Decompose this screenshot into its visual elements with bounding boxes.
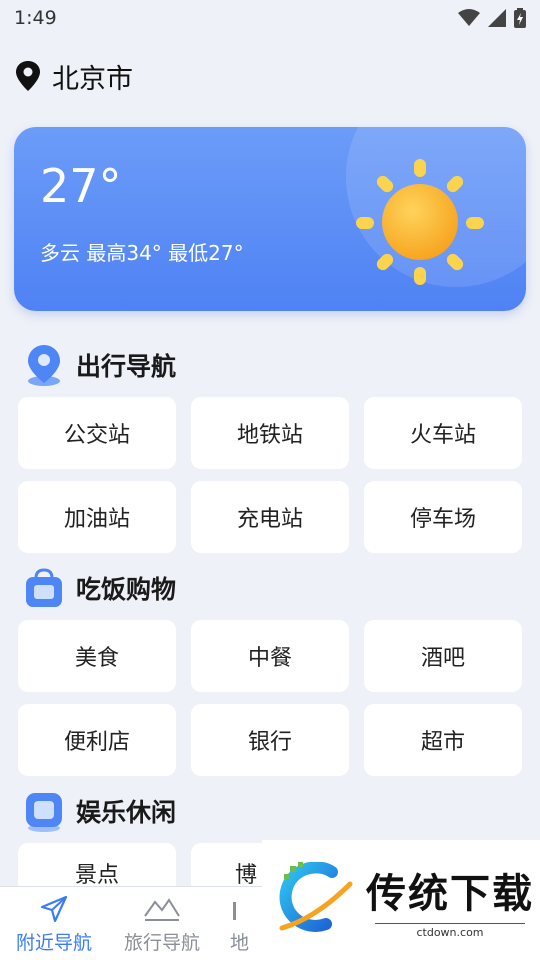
nav-label: 地 (230, 931, 250, 954)
poi-button-charging-station[interactable]: 充电站 (191, 481, 349, 553)
poi-button-bus-stop[interactable]: 公交站 (18, 397, 176, 469)
poi-button-bar[interactable]: 酒吧 (364, 620, 522, 692)
nav-label: 旅行导航 (123, 931, 200, 954)
poi-button-gas-station[interactable]: 加油站 (18, 481, 176, 553)
poi-button-chinese-food[interactable]: 中餐 (191, 620, 349, 692)
poi-button-convenience-store[interactable]: 便利店 (18, 704, 176, 776)
location-pin-icon (16, 61, 40, 91)
section-title-travel: 出行导航 (76, 352, 177, 381)
section-header-travel: 出行导航 (22, 342, 176, 388)
poi-button-bank[interactable]: 银行 (191, 704, 349, 776)
status-time: 1:49 (14, 7, 57, 29)
poi-button-food[interactable]: 美食 (18, 620, 176, 692)
location-header[interactable]: 北京市 (16, 56, 133, 96)
section-header-food-shopping: 吃饭购物 (22, 565, 176, 611)
entertainment-badge-icon (26, 793, 62, 832)
map-icon (233, 901, 236, 920)
section-title-entertainment: 娱乐休闲 (76, 798, 177, 827)
status-icons (458, 8, 526, 28)
watermark-title: 传统下载 (366, 871, 534, 917)
current-temperature: 27° (40, 159, 122, 213)
watermark-text: 传统下载 ctdown.com (366, 861, 534, 939)
nav-tab-map[interactable]: 地 (216, 887, 262, 960)
status-bar: 1:49 (0, 0, 540, 36)
nav-tab-travel[interactable]: 旅行导航 (108, 887, 216, 960)
weather-card[interactable]: 27° 多云 最高34° 最低27° (14, 127, 526, 311)
shopping-bag-badge-icon (26, 568, 62, 607)
section-title-food-shopping: 吃饭购物 (76, 575, 177, 604)
mountain-icon (144, 897, 180, 921)
poi-button-train-station[interactable]: 火车站 (364, 397, 522, 469)
watermark-subtitle: ctdown.com (375, 923, 525, 939)
paper-plane-icon (40, 895, 68, 922)
poi-button-subway[interactable]: 地铁站 (191, 397, 349, 469)
watermark-logo-icon (279, 862, 353, 932)
weather-description: 多云 最高34° 最低27° (40, 241, 244, 265)
nav-tab-nearby[interactable]: 附近导航 (0, 887, 108, 960)
wifi-icon (458, 9, 480, 26)
poi-button-parking[interactable]: 停车场 (364, 481, 522, 553)
location-pin-badge-icon (28, 345, 60, 386)
section-header-entertainment: 娱乐休闲 (22, 788, 176, 834)
sun-icon (356, 159, 484, 285)
signal-icon (488, 9, 506, 27)
city-name: 北京市 (52, 63, 133, 95)
watermark-overlay: 传统下载 ctdown.com (262, 840, 540, 960)
poi-button-supermarket[interactable]: 超市 (364, 704, 522, 776)
nav-label: 附近导航 (15, 931, 92, 954)
battery-icon (514, 8, 526, 28)
